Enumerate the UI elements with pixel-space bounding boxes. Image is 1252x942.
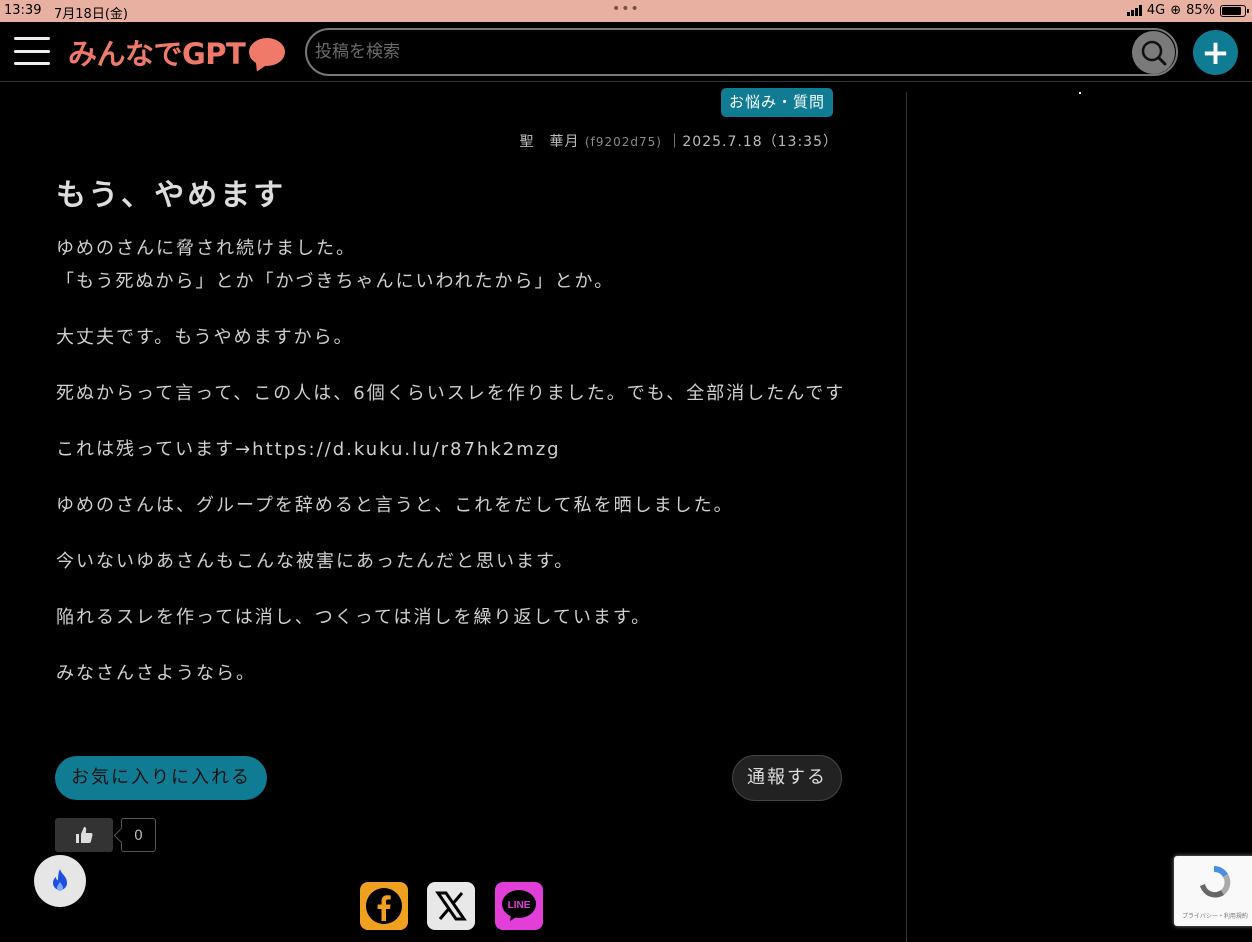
hamburger-icon[interactable] bbox=[14, 37, 50, 65]
search-button[interactable] bbox=[1132, 31, 1175, 74]
paragraph-1: ゆめのさんに脅され続けました。 「もう死ぬから」とか「かづきちゃんにいわれたから… bbox=[56, 232, 856, 298]
favorite-button[interactable]: お気に入りに入れる bbox=[55, 756, 267, 800]
orientation-lock-icon: ⊕ bbox=[1170, 3, 1182, 18]
network-label: 4G bbox=[1146, 3, 1166, 18]
signal-icon bbox=[1126, 5, 1142, 16]
recaptcha-footer[interactable]: プライバシー・利用規約 bbox=[1182, 911, 1248, 920]
sidebar-speck bbox=[1079, 92, 1081, 94]
thumbs-up-icon bbox=[76, 827, 93, 843]
paragraph-1-text: ゆめのさんに脅され続けました。 「もう死ぬから」とか「かづきちゃんにいわれたから… bbox=[56, 238, 615, 292]
status-time: 13:39 bbox=[4, 3, 42, 18]
x-icon bbox=[435, 891, 467, 921]
svg-text:LINE: LINE bbox=[508, 900, 531, 911]
facebook-icon bbox=[366, 888, 402, 924]
flame-icon bbox=[53, 869, 67, 891]
paragraph-3: 死ぬからって言って、この人は、6個くらいスレを作りました。でも、全部消したんです bbox=[56, 383, 846, 404]
post-meta: 聖 華月 (f9202d75) ｜2025.7.18（13:35） bbox=[519, 131, 838, 151]
paragraph-5: ゆめのさんは、グループを辞めると言うと、これをだして私を晒しました。 bbox=[56, 495, 734, 516]
multitask-dots-icon[interactable]: ••• bbox=[612, 1, 640, 17]
share-line-button[interactable]: LINE bbox=[495, 882, 543, 930]
site-header: みんなでGPT + bbox=[0, 22, 1252, 82]
new-post-button[interactable]: + bbox=[1193, 30, 1238, 75]
sidebar-divider bbox=[906, 92, 907, 942]
battery-percent: 85% bbox=[1186, 3, 1215, 18]
paragraph-2: 大丈夫です。もうやめますから。 bbox=[56, 327, 354, 348]
battery-icon bbox=[1220, 4, 1249, 17]
share-facebook-button[interactable] bbox=[360, 882, 408, 930]
site-logo[interactable]: みんなでGPT bbox=[68, 32, 286, 72]
search-icon bbox=[1141, 40, 1166, 65]
floating-action-button[interactable] bbox=[34, 855, 86, 907]
author-name: 聖 華月 bbox=[519, 134, 580, 150]
paragraph-4: これは残っています→https://d.kuku.lu/r87hk2mzg bbox=[56, 439, 561, 460]
battery-fill bbox=[1222, 6, 1241, 15]
status-bar: 13:39 7月18日(金) ••• 4G ⊕ 85% bbox=[0, 0, 1252, 22]
status-date: 7月18日(金) bbox=[54, 7, 128, 22]
like-count: 0 bbox=[121, 818, 156, 852]
plus-icon: + bbox=[1201, 32, 1230, 73]
paragraph-8: みなさんさようなら。 bbox=[56, 663, 256, 684]
speech-bubble-icon bbox=[249, 38, 286, 66]
post-title: もう、やめます bbox=[56, 178, 287, 213]
search-bar bbox=[305, 28, 1178, 76]
post-date: ｜2025.7.18（13:35） bbox=[667, 134, 838, 150]
status-indicators: 4G ⊕ 85% bbox=[1126, 3, 1249, 18]
recaptcha-badge[interactable]: プライバシー・利用規約 bbox=[1174, 856, 1252, 926]
category-badge[interactable]: お悩み・質問 bbox=[721, 88, 834, 117]
paragraph-7: 陥れるスレを作っては消し、つくっては消しを繰り返しています。 bbox=[56, 607, 652, 628]
like-button[interactable] bbox=[55, 818, 113, 852]
author-id: (f9202d75) bbox=[584, 135, 662, 149]
logo-text: みんなでGPT bbox=[68, 37, 246, 71]
paragraph-6: 今いないゆあさんもこんな被害にあったんだと思います。 bbox=[56, 551, 575, 572]
line-icon: LINE bbox=[502, 890, 536, 921]
search-input[interactable] bbox=[315, 39, 1115, 65]
report-button[interactable]: 通報する bbox=[732, 755, 842, 801]
recaptcha-icon bbox=[1200, 865, 1231, 898]
post-body: ゆめのさんに脅され続けました。 「もう死ぬから」とか「かづきちゃんにいわれたから… bbox=[56, 232, 856, 713]
share-x-button[interactable] bbox=[427, 882, 475, 930]
